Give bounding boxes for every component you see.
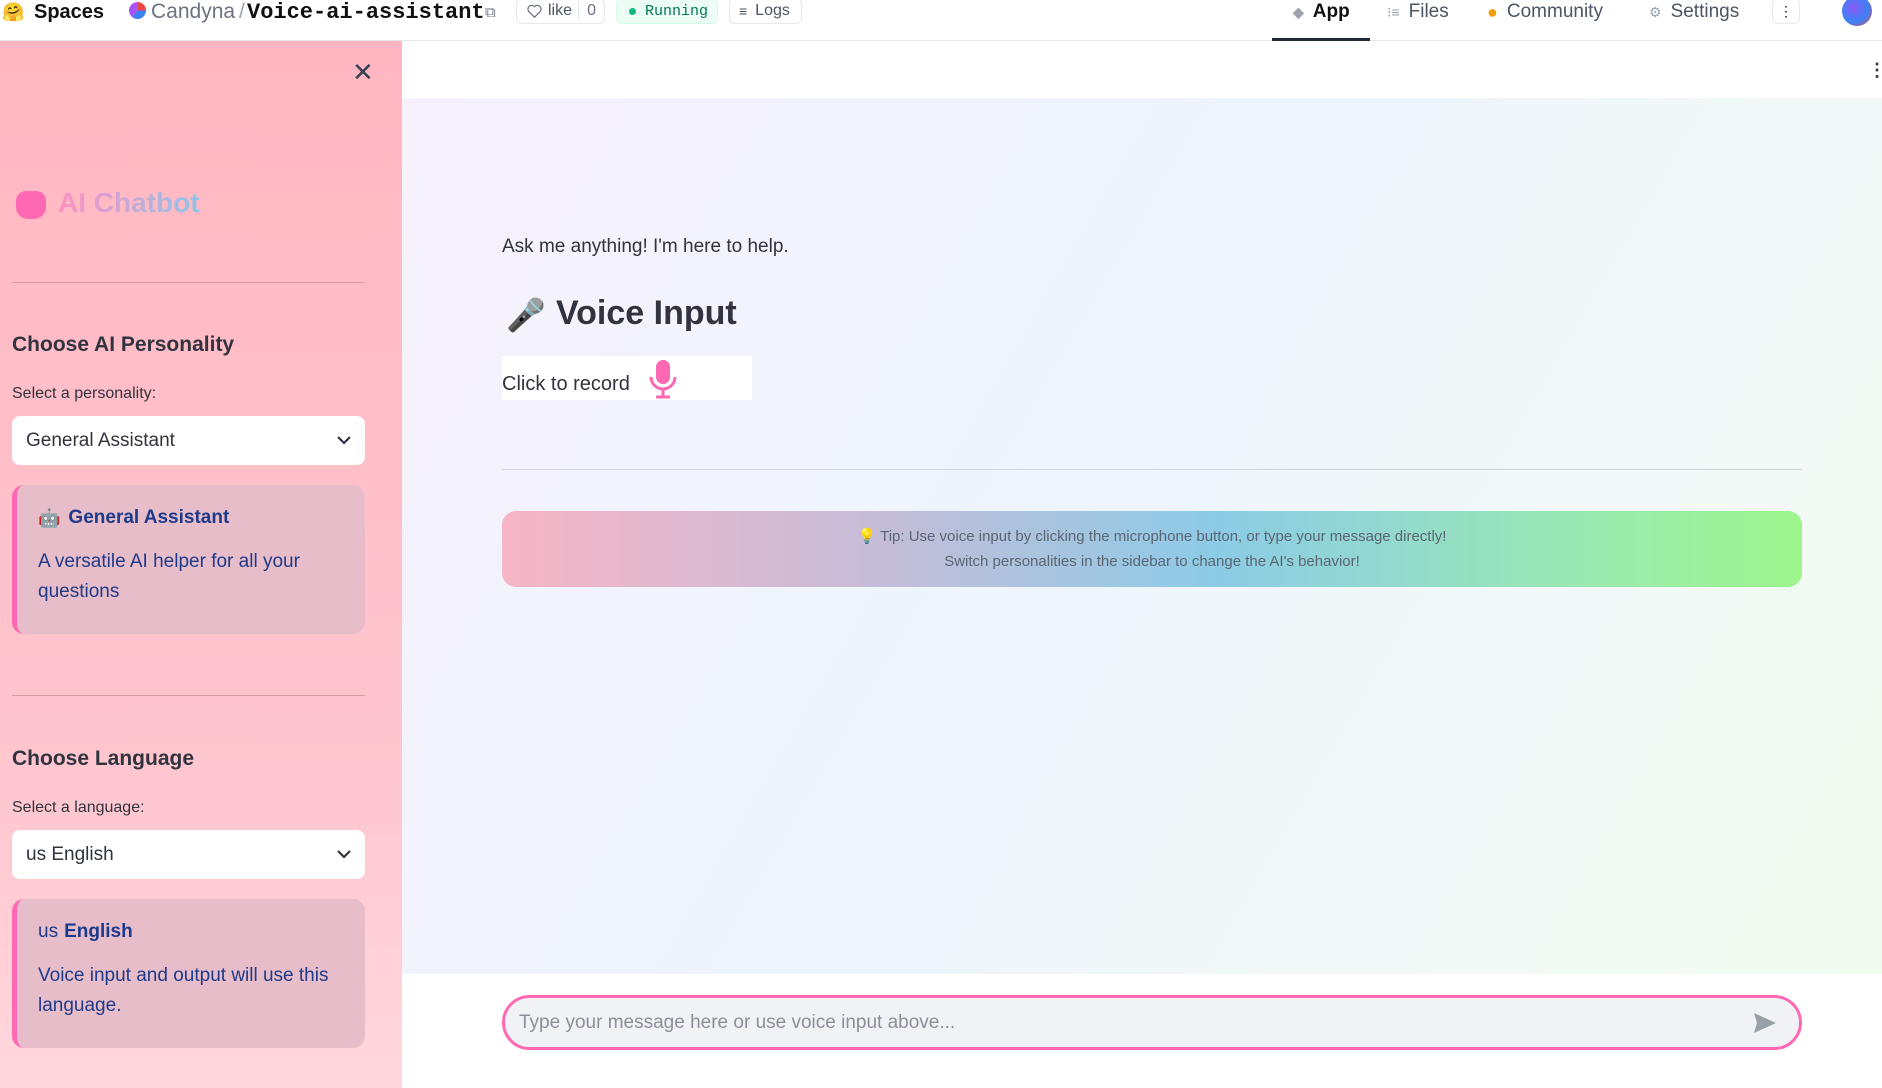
- main-header: [402, 41, 1882, 98]
- personality-info-card: 🤖 General Assistant A versatile AI helpe…: [12, 485, 365, 634]
- tab-settings-label: Settings: [1670, 1, 1740, 22]
- copy-icon[interactable]: ⧉: [485, 0, 496, 24]
- language-info-card: us English Voice input and output will u…: [12, 899, 365, 1048]
- personality-label: Select a personality:: [12, 385, 157, 402]
- personality-card-description: A versatile AI helper for all your quest…: [38, 551, 300, 602]
- tab-app[interactable]: ◆ App: [1293, 0, 1350, 24]
- send-icon[interactable]: [1753, 1012, 1777, 1034]
- audio-recorder[interactable]: Click to record: [502, 356, 752, 400]
- logs-button[interactable]: ≡ Logs: [729, 0, 802, 24]
- logs-icon: ≡: [739, 3, 748, 19]
- voice-input-heading: Voice Input: [556, 294, 737, 332]
- sidebar: ✕ AI Chatbot Choose AI Personality Selec…: [0, 41, 402, 1088]
- like-button[interactable]: like 0: [516, 0, 605, 24]
- status-text: Running: [645, 2, 709, 20]
- status-badge[interactable]: Running: [616, 0, 718, 24]
- heart-icon: [527, 4, 542, 18]
- intro-text: Ask me anything! I'm here to help.: [502, 236, 789, 257]
- brand-icon: [16, 191, 46, 219]
- personality-card-title: General Assistant: [68, 507, 230, 528]
- community-icon: ●: [1487, 1, 1498, 22]
- tab-community[interactable]: ● Community: [1487, 0, 1603, 24]
- chevron-down-icon: [337, 432, 351, 449]
- tab-app-label: App: [1312, 1, 1350, 22]
- personality-heading: Choose AI Personality: [12, 333, 235, 356]
- language-select[interactable]: us English: [12, 830, 365, 879]
- personality-select-value: General Assistant: [26, 429, 175, 451]
- gear-icon: ⚙: [1649, 3, 1662, 20]
- tip-line-2: Switch personalities in the sidebar to c…: [944, 553, 1360, 570]
- owner-link[interactable]: Candyna: [151, 0, 235, 24]
- chat-input-container: [502, 995, 1802, 1050]
- breadcrumb-separator: /: [239, 0, 245, 23]
- content-divider: [502, 469, 1802, 470]
- language-heading: Choose Language: [12, 747, 195, 770]
- tab-settings[interactable]: ⚙ Settings: [1649, 0, 1739, 24]
- tip-line-1: 💡 Tip: Use voice input by clicking the m…: [857, 528, 1447, 545]
- logs-label: Logs: [755, 2, 790, 19]
- language-card-description: Voice input and output will use this lan…: [38, 965, 329, 1016]
- main-menu-icon[interactable]: ⋮: [1868, 60, 1882, 81]
- sidebar-divider: [12, 695, 365, 696]
- record-label: Click to record: [502, 372, 630, 395]
- language-select-value: us English: [26, 843, 114, 865]
- microphone-icon[interactable]: [648, 359, 678, 399]
- microphone-emoji-icon: 🎤: [506, 297, 546, 333]
- tab-files-label: Files: [1408, 1, 1449, 22]
- tab-community-label: Community: [1506, 1, 1603, 22]
- chevron-down-icon: [337, 846, 351, 863]
- files-icon: ⁝≡: [1387, 3, 1400, 20]
- robot-icon: 🤖: [38, 507, 61, 528]
- like-label: like: [548, 2, 573, 19]
- owner-avatar: [129, 2, 146, 19]
- chat-input[interactable]: [517, 1010, 1721, 1035]
- personality-select[interactable]: General Assistant: [12, 416, 365, 465]
- more-vertical-icon: ⋮: [1779, 2, 1793, 19]
- hugging-face-logo-icon[interactable]: 🤗: [2, 0, 26, 24]
- spaces-link[interactable]: Spaces: [34, 0, 104, 24]
- language-card-title: English: [64, 921, 133, 942]
- language-label: Select a language:: [12, 799, 145, 816]
- tip-banner: 💡 Tip: Use voice input by clicking the m…: [502, 511, 1802, 587]
- close-icon[interactable]: ✕: [352, 59, 374, 85]
- like-count: 0: [578, 2, 604, 20]
- sidebar-divider: [12, 282, 365, 283]
- tab-files[interactable]: ⁝≡ Files: [1387, 0, 1449, 24]
- language-card-flag: us: [38, 921, 59, 942]
- status-dot-icon: [629, 7, 636, 15]
- more-options-button[interactable]: ⋮: [1772, 0, 1800, 24]
- user-avatar[interactable]: [1842, 0, 1872, 26]
- space-name-link[interactable]: Voice-ai-assistant: [247, 0, 485, 25]
- sidebar-title: AI Chatbot: [58, 187, 200, 218]
- cube-icon: ◆: [1293, 3, 1304, 20]
- top-bar: 🤗 Spaces Candyna / Voice-ai-assistant ⧉ …: [0, 0, 1882, 41]
